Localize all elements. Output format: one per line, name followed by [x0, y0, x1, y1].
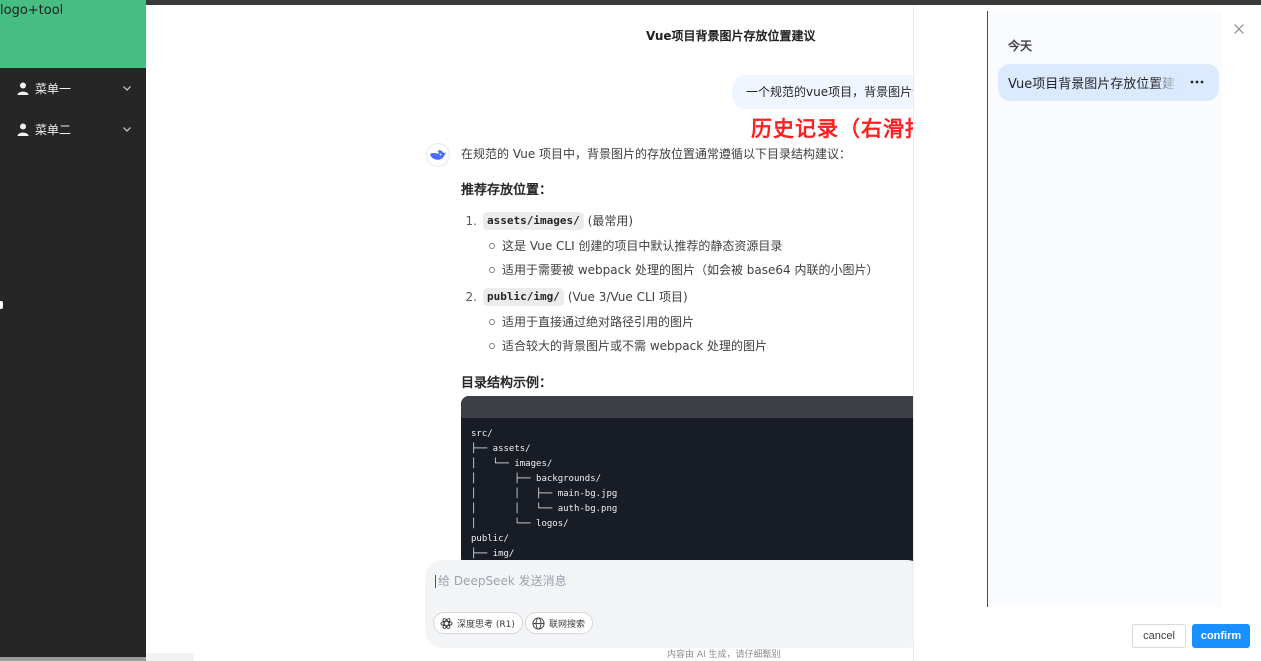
chat-title: Vue项目背景图片存放位置建议: [646, 29, 816, 43]
code-block-body: src/ ├── assets/ │ └── images/ │ ├── backgr…: [461, 418, 913, 566]
code-line: │ └── images/: [471, 459, 553, 469]
atom-icon: [440, 617, 453, 629]
sidebar-bottom-strip: [0, 657, 146, 661]
list-note: (最常用): [587, 214, 634, 228]
code-line: │ │ └── auth-bg.png: [471, 504, 618, 514]
history-group-today: 今天: [1008, 39, 1033, 53]
drawer-annotation-label: 历史记录（右滑抽屉）: [751, 117, 913, 141]
list-item: 1. assets/images/ (最常用): [461, 212, 913, 230]
answer-heading-structure: 目录结构示例：: [461, 376, 553, 391]
input-placeholder: 给 DeepSeek 发送消息: [438, 574, 567, 588]
list-number: 2.: [465, 290, 477, 304]
list-number: 1.: [465, 214, 477, 228]
assistant-answer: 在规范的 Vue 项目中，背景图片的存放位置通常遵循以下目录结构建议： 推荐存放…: [461, 145, 913, 391]
code-line: │ ├── backgrounds/: [471, 474, 602, 484]
close-icon[interactable]: [1233, 23, 1245, 35]
bullet-icon: [489, 343, 495, 349]
code-block: src/ ├── assets/ │ └── images/ │ ├── backgr…: [461, 396, 913, 566]
bullet-icon: [489, 267, 495, 273]
chat-main: Vue项目背景图片存放位置建议 一个规范的vue项目，背景图片该放在哪 历史记录…: [146, 5, 913, 661]
text-caret: [435, 575, 436, 588]
history-drawer: 今天 Vue项目背景图片存放位置建议 cancel confirm: [913, 5, 1261, 661]
web-search-label: 联网搜索: [549, 619, 586, 630]
deep-think-label: 深度思考 (R1): [457, 619, 515, 630]
sidebar-item-menu-1[interactable]: 菜单一: [0, 68, 146, 108]
corner-tab: [146, 653, 194, 661]
list-subitem: 适合较大的背景图片或不需 webpack 处理的图片: [461, 338, 913, 354]
sidebar: logo+tool 菜单一 菜单二: [0, 0, 146, 661]
answer-heading-locations: 推荐存放位置：: [461, 183, 553, 198]
chevron-down-icon: [123, 127, 131, 132]
deep-think-button[interactable]: 深度思考 (R1): [433, 612, 523, 634]
code-line: │ │ ├── main-bg.jpg: [471, 489, 618, 499]
code-line: src/: [471, 429, 493, 439]
list-item: 2. public/img/ (Vue 3/Vue CLI 项目): [461, 288, 913, 306]
sidebar-item-menu-2[interactable]: 菜单二: [0, 109, 146, 149]
list-subitem: 这是 Vue CLI 创建的项目中默认推荐的静态资源目录: [461, 238, 913, 254]
code-block-header: [461, 396, 913, 418]
code-line: public/: [471, 534, 509, 544]
list-subitem: 适用于直接通过绝对路径引用的图片: [461, 314, 913, 330]
subitem-text: 这是 Vue CLI 创建的项目中默认推荐的静态资源目录: [502, 239, 783, 253]
list-subitem: 适用于需要被 webpack 处理的图片（如会被 base64 内联的小图片）: [461, 262, 913, 278]
subitem-text: 适合较大的背景图片或不需 webpack 处理的图片: [502, 339, 767, 353]
user-message-bubble: 一个规范的vue项目，背景图片该放在哪: [732, 75, 913, 109]
list-note: (Vue 3/Vue CLI 项目): [567, 290, 688, 304]
cancel-button[interactable]: cancel: [1132, 624, 1186, 648]
history-item[interactable]: Vue项目背景图片存放位置建议: [998, 64, 1219, 101]
message-input-box[interactable]: 给 DeepSeek 发送消息 深度思考 (R1) 联网搜索: [425, 560, 913, 648]
inline-code: public/img/: [483, 288, 564, 306]
message-input[interactable]: 给 DeepSeek 发送消息: [435, 572, 567, 589]
subitem-text: 适用于直接通过绝对路径引用的图片: [502, 315, 695, 329]
subitem-text: 适用于需要被 webpack 处理的图片（如会被 base64 内联的小图片）: [502, 263, 879, 277]
web-search-button[interactable]: 联网搜索: [525, 612, 594, 634]
more-icon[interactable]: [1189, 76, 1205, 88]
globe-icon: [532, 616, 545, 630]
history-item-title: Vue项目背景图片存放位置建议: [1008, 77, 1178, 92]
history-panel: 今天 Vue项目背景图片存放位置建议: [988, 11, 1222, 607]
edge-handle: [0, 301, 3, 309]
inline-code: assets/images/: [483, 212, 584, 230]
confirm-button[interactable]: confirm: [1192, 624, 1250, 648]
logo: logo+tool: [0, 0, 146, 68]
bullet-icon: [489, 243, 495, 249]
answer-intro: 在规范的 Vue 项目中，背景图片的存放位置通常遵循以下目录结构建议：: [461, 147, 852, 161]
user-icon: [17, 82, 29, 95]
code-line: ├── assets/: [471, 444, 531, 454]
bullet-icon: [489, 319, 495, 325]
sidebar-item-label: 菜单一: [35, 81, 72, 96]
ai-disclaimer: 内容由 AI 生成，请仔细甄别: [667, 650, 781, 660]
user-icon: [17, 123, 29, 136]
sidebar-item-label: 菜单二: [35, 122, 72, 137]
app-window: logo+tool 菜单一 菜单二 Vue项目背景图片存放位置建议 一个规范的v…: [0, 0, 1261, 661]
deepseek-whale-icon: [426, 143, 450, 167]
chevron-down-icon: [123, 86, 131, 91]
code-line: │ └── logos/: [471, 519, 569, 529]
